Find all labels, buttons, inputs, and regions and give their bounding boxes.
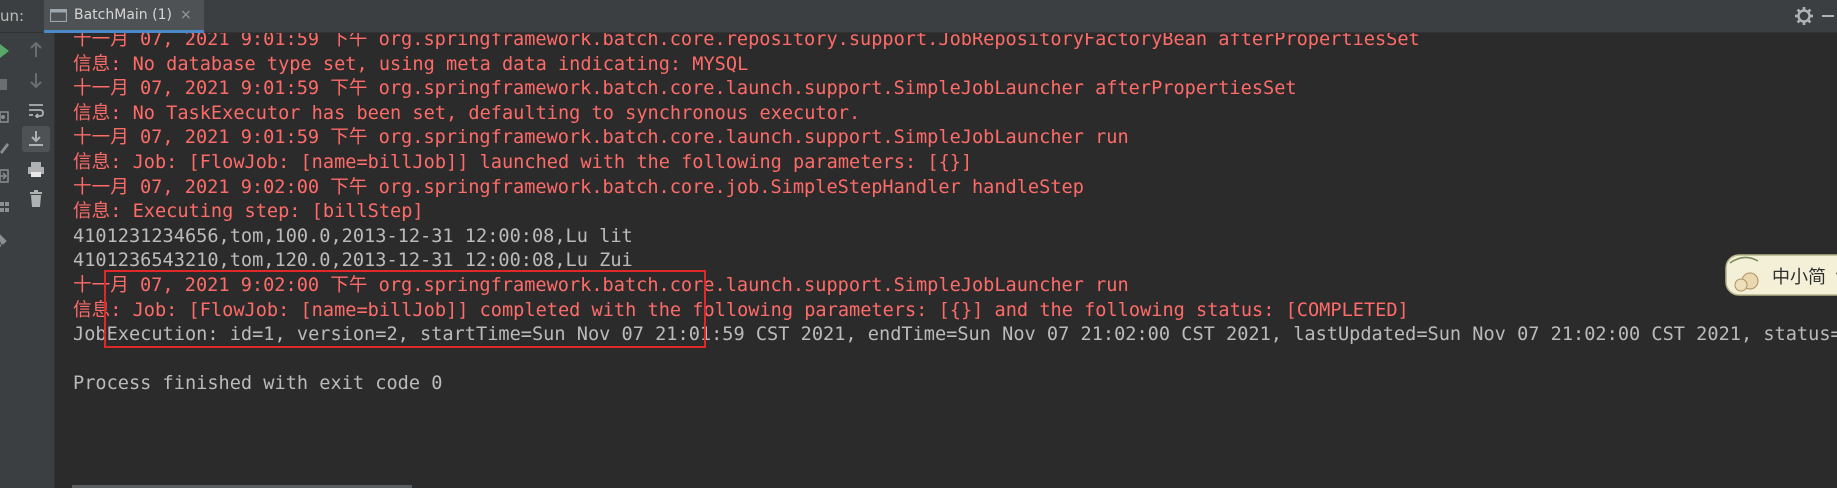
- soft-wrap-icon[interactable]: [22, 97, 50, 123]
- up-arrow-icon[interactable]: [22, 37, 50, 63]
- trash-icon[interactable]: [22, 185, 50, 211]
- tab-label: BatchMain (1): [74, 7, 172, 23]
- console-output[interactable]: 十一月 07, 2021 9:01:59 下午 org.springframew…: [56, 33, 1837, 488]
- run-toolbar: [0, 33, 55, 488]
- watermark-text: 中小简: [1772, 267, 1826, 288]
- console-line: Process finished with exit code 0: [73, 373, 443, 395]
- minimize-icon[interactable]: [1822, 15, 1834, 17]
- print-icon[interactable]: [22, 156, 50, 182]
- gear-icon[interactable]: [1794, 6, 1814, 26]
- pin-icon[interactable]: [0, 229, 10, 249]
- stop-icon[interactable]: [0, 75, 10, 95]
- exit-icon[interactable]: [0, 166, 10, 186]
- tab-batchmain[interactable]: BatchMain (1) ×: [44, 0, 204, 33]
- layout-icon[interactable]: [0, 197, 10, 217]
- highlight-box: [104, 270, 706, 348]
- watermark-logo: 中小简: [1725, 254, 1837, 296]
- close-icon[interactable]: ×: [180, 7, 192, 23]
- wrench-icon[interactable]: [0, 136, 10, 156]
- run-label: un:: [0, 7, 25, 25]
- scroll-to-end-icon[interactable]: [22, 126, 50, 152]
- run-icon[interactable]: [0, 41, 10, 61]
- down-arrow-icon[interactable]: [22, 67, 50, 93]
- console-icon: [50, 8, 67, 22]
- camera-icon[interactable]: [0, 106, 10, 126]
- run-tool-window-header: un: BatchMain (1) ×: [0, 0, 1837, 33]
